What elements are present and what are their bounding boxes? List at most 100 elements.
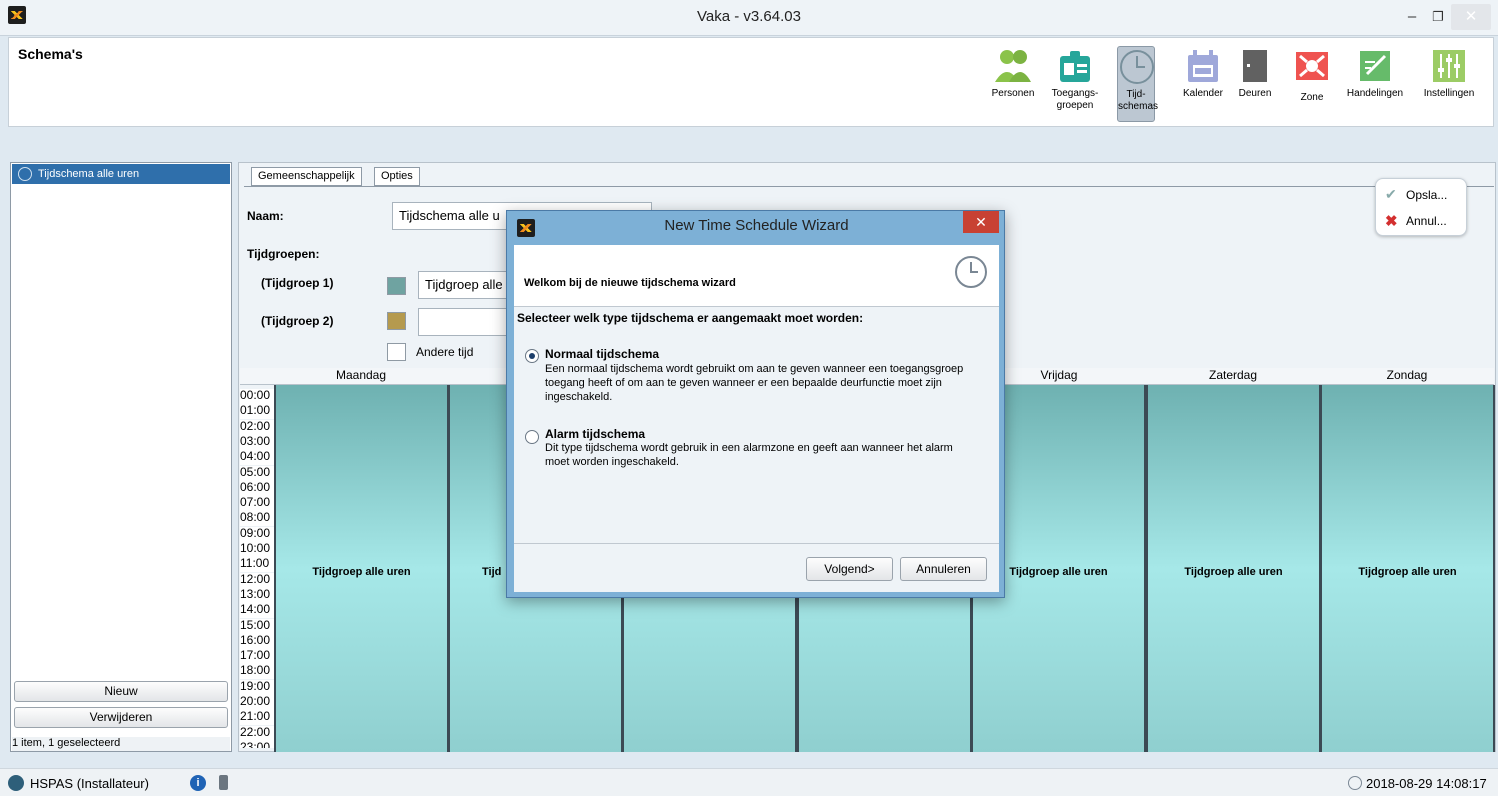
settings-icon	[1431, 48, 1467, 84]
time-group-2-color[interactable]	[387, 312, 406, 330]
list-status: 1 item, 1 geselecteerd	[12, 737, 230, 751]
day-header-monday: Maandag	[274, 368, 448, 384]
status-datetime: 2018-08-29 14:08:17	[1366, 776, 1487, 791]
persons-icon	[995, 48, 1031, 84]
hour-label: 11:00	[240, 557, 274, 573]
hour-label: 03:00	[240, 434, 274, 450]
dialog-footer: Volgend> Annuleren	[514, 543, 999, 592]
time-group-1-input[interactable]: Tijdgroep alle	[418, 271, 518, 299]
toolbar-time-schedules[interactable]: Tijd- schemas	[1117, 46, 1159, 122]
delete-button[interactable]: Verwijderen	[14, 707, 228, 728]
toolbar-persons[interactable]: Personen	[982, 46, 1044, 122]
dialog-close-button[interactable]: ✕	[963, 211, 999, 233]
other-time-label: Andere tijd	[416, 345, 474, 359]
day-header-saturday: Zaterdag	[1146, 368, 1320, 384]
radio-normal-schedule[interactable]	[525, 349, 539, 363]
hour-label: 08:00	[240, 511, 274, 527]
hour-label: 20:00	[240, 695, 274, 710]
hour-label: 18:00	[240, 664, 274, 680]
toolbar-settings[interactable]: Instellingen	[1407, 46, 1491, 122]
new-time-schedule-wizard: New Time Schedule Wizard ✕ Welkom bij de…	[506, 210, 1005, 598]
hour-label: 06:00	[240, 480, 274, 496]
schedule-list[interactable]	[10, 162, 232, 752]
time-group-1-label: (Tijdgroep 1)	[261, 276, 334, 290]
hour-label: 05:00	[240, 465, 274, 481]
window-title: Vaka - v3.64.03	[697, 8, 801, 25]
clock-icon	[18, 167, 32, 181]
save-button[interactable]: Opsla...	[1406, 188, 1447, 202]
time-group-1-color[interactable]	[387, 277, 406, 295]
option-alarm-title[interactable]: Alarm tijdschema	[545, 427, 645, 441]
window-title-bar: Vaka - v3.64.03 – ❐ ✕	[0, 0, 1498, 36]
dialog-header-text: Welkom bij de nieuwe tijdschema wizard	[524, 277, 736, 289]
toolbar-label: Instellingen	[1423, 88, 1475, 99]
option-normal-title[interactable]: Normaal tijdschema	[545, 347, 659, 361]
toolbar-access-groups[interactable]: Toegangs- groepen	[1044, 46, 1106, 122]
dialog-body: Selecteer welk type tijdschema er aangem…	[514, 307, 999, 543]
hour-label: 21:00	[240, 710, 274, 726]
day-header-sunday: Zondag	[1320, 368, 1494, 384]
dialog-title: New Time Schedule Wizard	[664, 217, 849, 234]
hour-label: 13:00	[240, 587, 274, 603]
access-groups-icon	[1057, 48, 1093, 84]
toolbar-actions[interactable]: Handelingen	[1344, 46, 1406, 122]
checkmark-icon: ✔	[1385, 186, 1397, 202]
hour-label: 19:00	[240, 679, 274, 695]
dialog-question: Selecteer welk type tijdschema er aangem…	[517, 311, 864, 325]
time-group-2-input[interactable]	[418, 308, 518, 336]
new-button[interactable]: Nieuw	[14, 681, 228, 702]
toolbar-label: Tijd- schemas	[1118, 89, 1159, 112]
actions-icon	[1357, 48, 1393, 84]
page-title: Schema's	[18, 46, 83, 62]
option-alarm-description: Dit type tijdschema wordt gebruik in een…	[545, 442, 953, 468]
current-user[interactable]: HSPAS (Installateur)	[30, 776, 149, 791]
clock-icon	[954, 255, 988, 292]
door-icon	[1237, 48, 1273, 84]
schedule-list-item[interactable]: Tijdschema alle uren	[12, 164, 230, 184]
status-bar: HSPAS (Installateur) i 2018-08-29 14:08:…	[0, 768, 1498, 796]
calendar-icon	[1185, 48, 1221, 84]
toolbar-doors[interactable]: Deuren	[1224, 46, 1286, 122]
cancel-button[interactable]: Annul...	[1406, 214, 1447, 228]
hour-label: 12:00	[240, 572, 274, 588]
next-button[interactable]: Volgend>	[806, 557, 893, 581]
device-icon[interactable]	[219, 775, 228, 790]
radio-alarm-schedule[interactable]	[525, 430, 539, 444]
tab-common[interactable]: Gemeenschappelijk	[251, 167, 362, 186]
hour-label: 02:00	[240, 419, 274, 435]
dialog-header: Welkom bij de nieuwe tijdschema wizard	[514, 245, 999, 307]
cancel-x-icon: ✖	[1385, 213, 1398, 230]
toolbar-label: Personen	[991, 88, 1035, 99]
time-groups-label: Tijdgroepen:	[247, 247, 320, 261]
tab-divider	[244, 186, 1494, 187]
dialog-cancel-button[interactable]: Annuleren	[900, 557, 987, 581]
hour-label: 10:00	[240, 542, 274, 557]
clock-icon	[1119, 49, 1155, 85]
hour-label: 04:00	[240, 450, 274, 466]
hour-label: 00:00	[240, 389, 274, 404]
cell-label-saturday: Tijdgroep alle uren	[1184, 566, 1283, 578]
hour-label: 23:00	[240, 740, 274, 748]
toolbar-label: Toegangs- groepen	[1051, 88, 1099, 111]
clock-icon	[1348, 776, 1362, 790]
hour-label: 22:00	[240, 725, 274, 741]
hour-label: 15:00	[240, 618, 274, 634]
zone-icon	[1294, 48, 1330, 84]
time-group-2-label: (Tijdgroep 2)	[261, 314, 334, 328]
user-icon	[8, 775, 24, 791]
info-icon[interactable]: i	[190, 775, 206, 791]
option-normal-description: Een normaal tijdschema wordt gebruikt om…	[545, 363, 964, 403]
toolbar-label: Zone	[1300, 92, 1324, 103]
name-label: Naam:	[247, 209, 284, 223]
toolbar-zone[interactable]: Zone	[1281, 46, 1343, 122]
hour-label: 14:00	[240, 603, 274, 619]
close-window-button[interactable]: ✕	[1451, 4, 1491, 30]
toolbar-label: Handelingen	[1346, 88, 1404, 99]
hour-label: 01:00	[240, 404, 274, 420]
cell-label-monday: Tijdgroep alle uren	[312, 566, 411, 578]
hour-label: 16:00	[240, 633, 274, 649]
other-time-color[interactable]	[387, 343, 406, 361]
cell-label-sunday: Tijdgroep alle uren	[1358, 566, 1457, 578]
tab-options[interactable]: Opties	[374, 167, 420, 186]
hour-label: 09:00	[240, 526, 274, 542]
